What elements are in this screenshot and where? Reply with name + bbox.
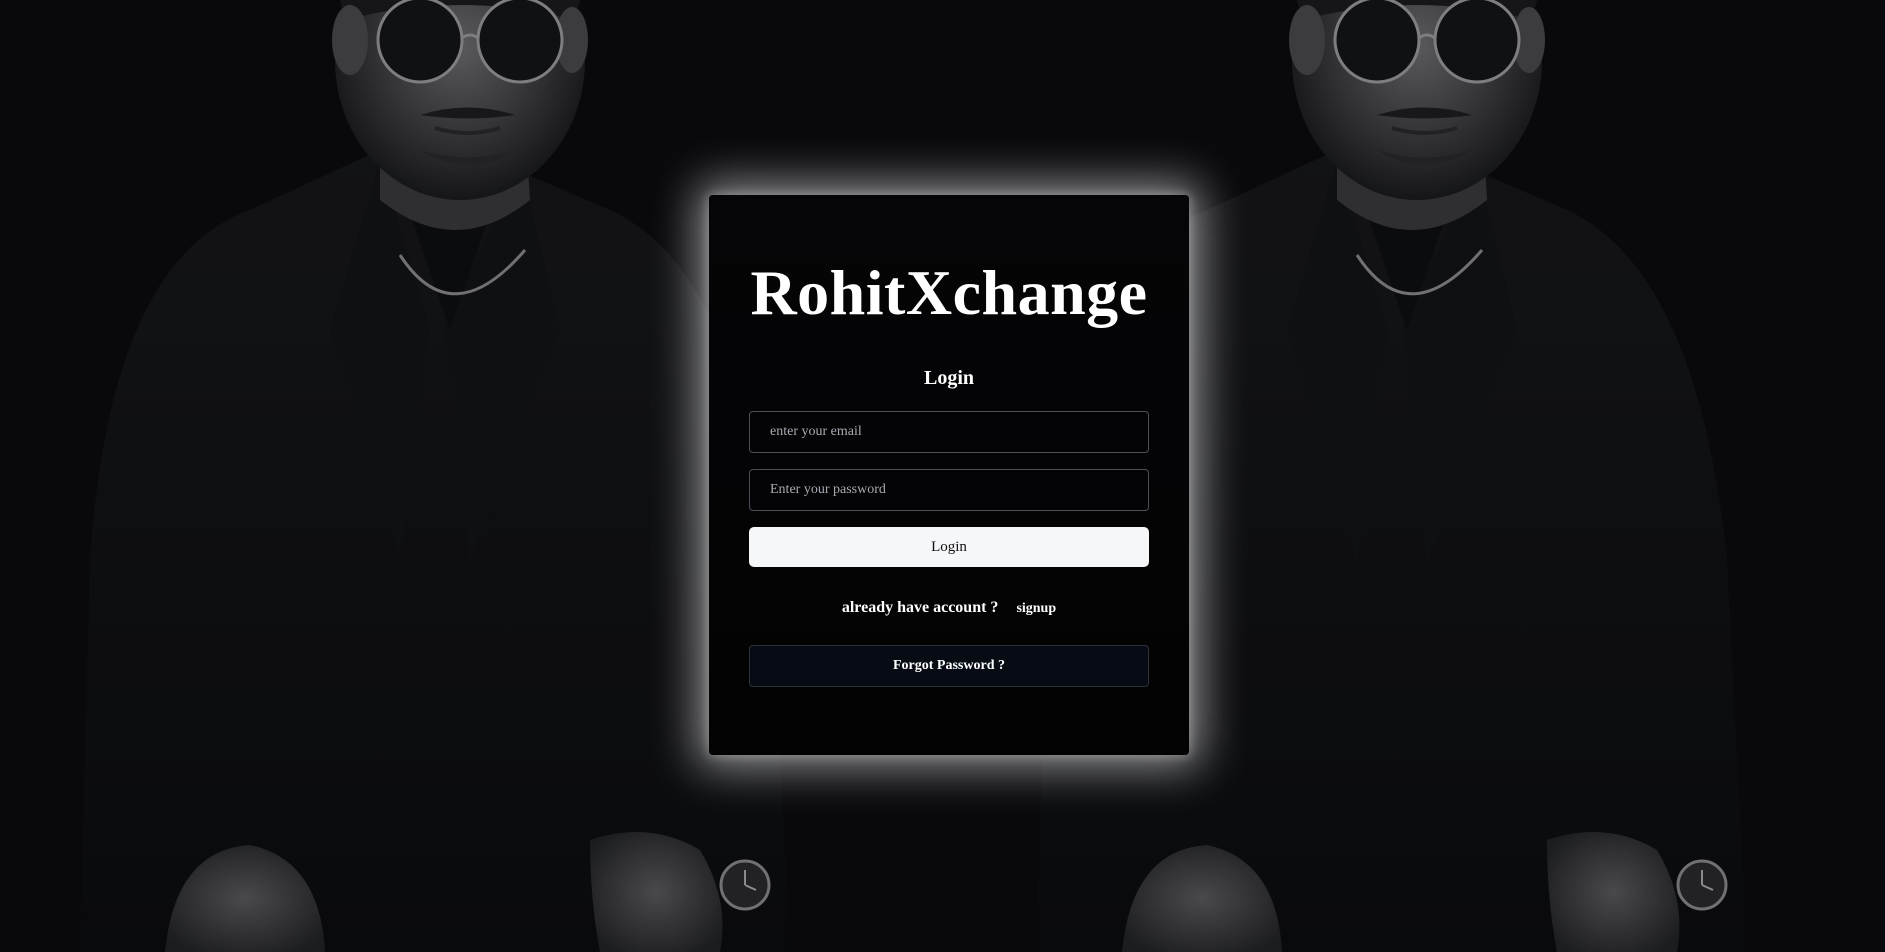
login-card: RohitXchange Login Login already have ac… [709,195,1189,755]
email-input[interactable] [749,411,1149,453]
password-input[interactable] [749,469,1149,511]
account-prompt-text: already have account ? [841,599,999,616]
signup-link[interactable]: signup [1016,601,1056,616]
brand-title: RohitXchange [750,257,1148,328]
login-heading: Login [923,367,975,389]
signup-prompt-row: already have account ? signup [709,597,1189,619]
login-button[interactable]: Login [749,527,1149,567]
forgot-password-button[interactable]: Forgot Password ? [749,645,1149,687]
